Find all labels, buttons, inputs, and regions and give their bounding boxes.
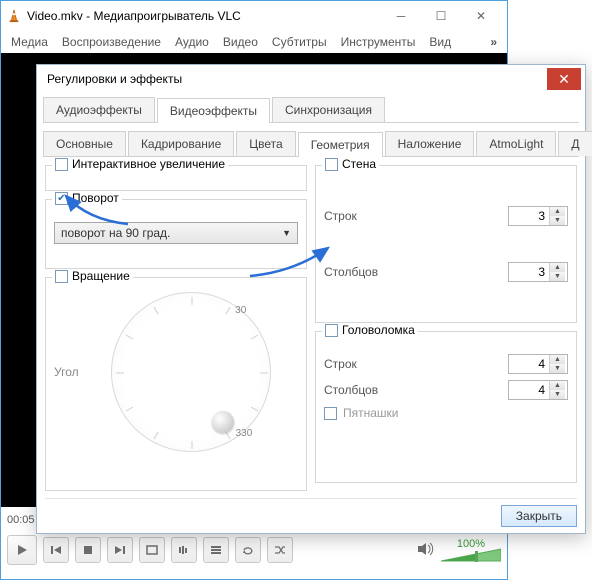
subtab-overlay[interactable]: Наложение [385, 131, 475, 156]
stop-button[interactable] [75, 537, 101, 563]
dialog-title: Регулировки и эффекты [47, 72, 547, 86]
subtab-basic[interactable]: Основные [43, 131, 126, 156]
spin-up-icon[interactable]: ▲ [550, 381, 565, 390]
close-window-button[interactable]: ✕ [461, 2, 501, 30]
group-wall: Стена Строк ▲▼ Столбцов ▲▼ [315, 165, 577, 323]
checkbox-interactive-zoom[interactable] [55, 158, 68, 171]
dial-tick-30: 30 [235, 305, 246, 316]
main-tabs: Аудиоэффекты Видеоэффекты Синхронизация [43, 97, 579, 123]
tab-sync[interactable]: Синхронизация [272, 97, 385, 122]
prev-button[interactable] [43, 537, 69, 563]
checkbox-fifteen[interactable] [324, 407, 337, 420]
tab-video-effects[interactable]: Видеоэффекты [157, 98, 270, 123]
group-rotate: ✔ Поворот поворот на 90 град. ▼ [45, 199, 307, 269]
label-wall-rows: Строк [324, 209, 508, 223]
checkbox-spin[interactable] [55, 270, 68, 283]
spin-up-icon[interactable]: ▲ [550, 355, 565, 364]
vlc-window-title: Video.mkv - Медиапроигрыватель VLC [27, 9, 381, 23]
checkbox-rotate[interactable]: ✔ [55, 192, 68, 205]
fullscreen-button[interactable] [139, 537, 165, 563]
shuffle-button[interactable] [267, 537, 293, 563]
label-wall: Стена [342, 157, 376, 171]
dialog-close-confirm-button[interactable]: Закрыть [501, 505, 577, 527]
combo-rotate-value: поворот на 90 град. [61, 226, 170, 240]
spin-down-icon[interactable]: ▼ [550, 390, 565, 399]
volume-slider[interactable] [441, 548, 501, 562]
menu-overflow-icon[interactable]: » [484, 33, 503, 51]
subtab-geometry[interactable]: Геометрия [298, 132, 383, 157]
spin-puzzle-cols[interactable]: ▲▼ [508, 380, 568, 400]
next-button[interactable] [107, 537, 133, 563]
dial-tick-330: 330 [236, 428, 253, 439]
label-interactive-zoom: Интерактивное увеличение [72, 157, 225, 171]
menu-view[interactable]: Вид [423, 33, 457, 51]
spin-puzzle-rows[interactable]: ▲▼ [508, 354, 568, 374]
angle-dial[interactable]: 30 330 [111, 292, 271, 452]
dialog-close-button[interactable]: ✕ [547, 68, 581, 90]
label-puzzle: Головоломка [342, 323, 415, 337]
menu-media[interactable]: Медиа [5, 33, 54, 51]
label-rotate: Поворот [72, 191, 119, 205]
speaker-icon [417, 542, 435, 556]
dialog-separator [45, 498, 577, 499]
subtab-crop[interactable]: Кадрирование [128, 131, 234, 156]
right-column: Стена Строк ▲▼ Столбцов ▲▼ [315, 165, 577, 491]
play-button[interactable] [7, 535, 37, 565]
spin-down-icon[interactable]: ▼ [550, 272, 565, 281]
vlc-titlebar: Video.mkv - Медиапроигрыватель VLC ─ ☐ ✕ [1, 1, 507, 31]
dialog-titlebar: Регулировки и эффекты ✕ [37, 65, 585, 93]
vlc-menubar: Медиа Воспроизведение Аудио Видео Субтит… [1, 31, 507, 53]
group-spin: Вращение Угол [45, 277, 307, 491]
loop-button[interactable] [235, 537, 261, 563]
combo-rotate[interactable]: поворот на 90 град. ▼ [54, 222, 298, 244]
spin-wall-rows[interactable]: ▲▼ [508, 206, 568, 226]
label-wall-cols: Столбцов [324, 265, 508, 279]
effects-dialog: Регулировки и эффекты ✕ Аудиоэффекты Вид… [36, 64, 586, 534]
subtab-atmolight[interactable]: AtmoLight [476, 131, 556, 156]
subtab-colors[interactable]: Цвета [236, 131, 295, 156]
chevron-down-icon: ▼ [282, 228, 291, 238]
time-elapsed: 00:05 [7, 514, 35, 526]
checkbox-wall[interactable] [325, 158, 338, 171]
label-spin: Вращение [72, 269, 130, 283]
group-interactive-zoom: Интерактивное увеличение [45, 165, 307, 191]
minimize-button[interactable]: ─ [381, 2, 421, 30]
spin-up-icon[interactable]: ▲ [550, 263, 565, 272]
left-column: Интерактивное увеличение ✔ Поворот повор… [45, 165, 307, 491]
subtab-more[interactable]: Д [558, 131, 592, 156]
menu-video[interactable]: Видео [217, 33, 264, 51]
tab-audio-effects[interactable]: Аудиоэффекты [43, 97, 155, 122]
label-angle: Угол [54, 365, 79, 379]
label-puzzle-rows: Строк [324, 357, 508, 371]
spin-down-icon[interactable]: ▼ [550, 216, 565, 225]
playlist-button[interactable] [203, 537, 229, 563]
menu-audio[interactable]: Аудио [169, 33, 215, 51]
sub-tabs: Основные Кадрирование Цвета Геометрия На… [43, 131, 592, 156]
input-puzzle-cols[interactable] [509, 381, 549, 399]
menu-tools[interactable]: Инструменты [335, 33, 422, 51]
group-puzzle: Головоломка Строк ▲▼ Столбцов ▲▼ [315, 331, 577, 483]
label-fifteen: Пятнашки [343, 406, 399, 420]
spin-up-icon[interactable]: ▲ [550, 207, 565, 216]
ext-settings-button[interactable] [171, 537, 197, 563]
spin-wall-cols[interactable]: ▲▼ [508, 262, 568, 282]
checkbox-puzzle[interactable] [325, 324, 338, 337]
label-puzzle-cols: Столбцов [324, 383, 508, 397]
mute-button[interactable] [417, 542, 435, 559]
input-puzzle-rows[interactable] [509, 355, 549, 373]
input-wall-rows[interactable] [509, 207, 549, 225]
spin-down-icon[interactable]: ▼ [550, 364, 565, 373]
maximize-button[interactable]: ☐ [421, 2, 461, 30]
menu-playback[interactable]: Воспроизведение [56, 33, 167, 51]
menu-subtitles[interactable]: Субтитры [266, 33, 333, 51]
input-wall-cols[interactable] [509, 263, 549, 281]
vlc-cone-icon [7, 9, 21, 23]
